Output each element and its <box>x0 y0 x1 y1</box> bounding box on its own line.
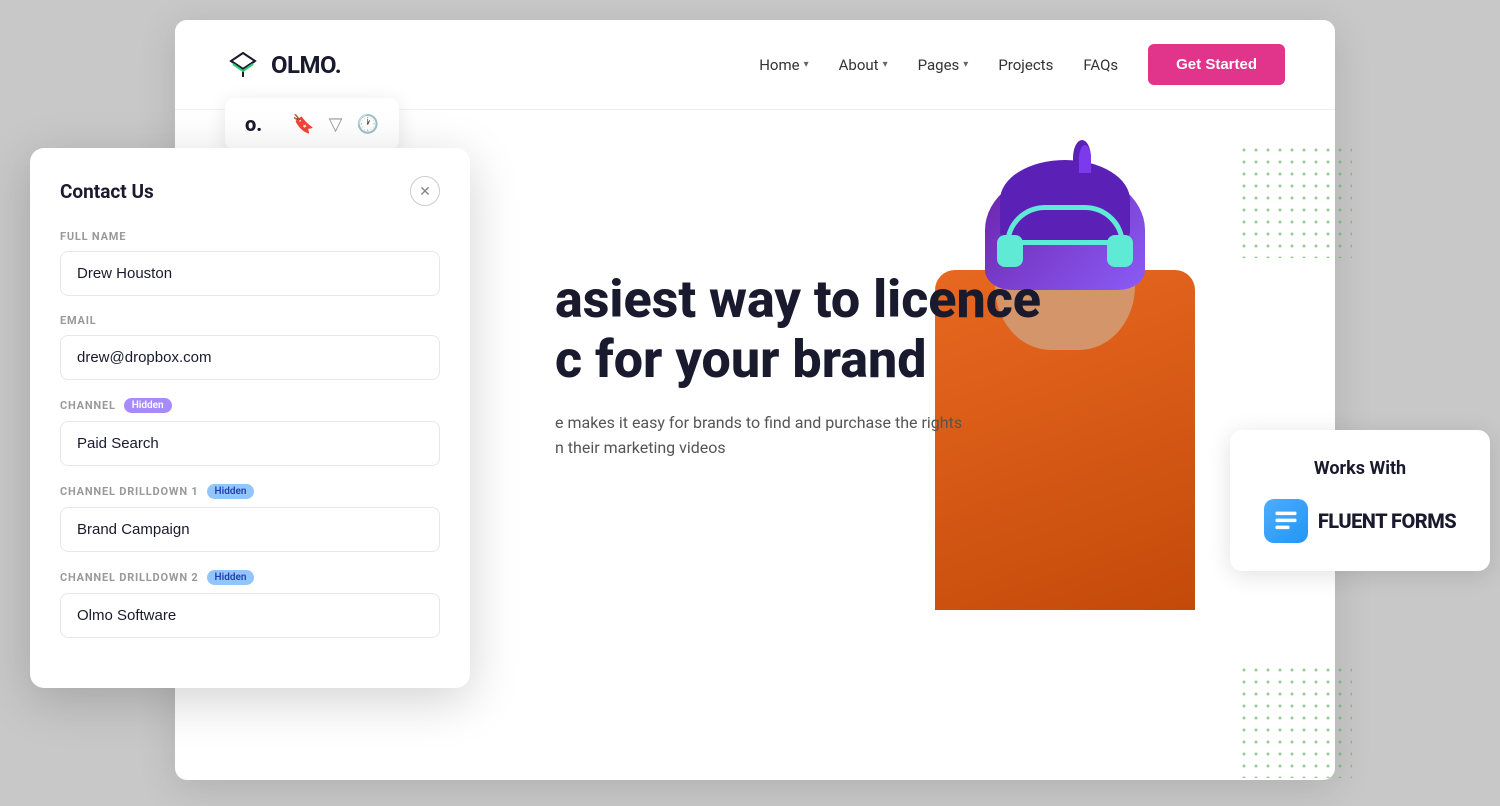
channel-label: CHANNEL Hidden <box>60 398 440 413</box>
nav-links: Home ▾ About ▾ Pages ▾ Projects FAQs Get… <box>759 44 1285 85</box>
nav-projects[interactable]: Projects <box>998 56 1053 74</box>
channel-drilldown-2-label: CHANNEL DRILLDOWN 2 Hidden <box>60 570 440 585</box>
email-input[interactable] <box>60 335 440 380</box>
dot-pattern-bottom-right <box>1242 668 1352 778</box>
fluent-forms-icon <box>1264 499 1308 543</box>
channel-drilldown-2-input[interactable] <box>60 593 440 638</box>
full-name-label: FULL NAME <box>60 230 440 243</box>
full-name-field-group: FULL NAME <box>60 230 440 296</box>
fluent-forms-svg <box>1272 507 1300 535</box>
contact-modal: Contact Us ✕ FULL NAME EMAIL CHANNEL Hid… <box>30 148 470 688</box>
hero-subtext: e makes it easy for brands to find and p… <box>555 410 1041 461</box>
modal-close-button[interactable]: ✕ <box>410 176 440 206</box>
nav-home[interactable]: Home ▾ <box>759 56 808 74</box>
hero-heading: asiest way to licence c for your brand <box>555 270 1041 390</box>
logo-text: OLMO. <box>271 51 341 79</box>
navbar: OLMO. Home ▾ About ▾ Pages ▾ Projects FA… <box>175 20 1335 110</box>
channel-drilldown-1-input[interactable] <box>60 507 440 552</box>
channel-field-group: CHANNEL Hidden <box>60 398 440 466</box>
channel-drilldown-1-label: CHANNEL DRILLDOWN 1 Hidden <box>60 484 440 499</box>
get-started-button[interactable]: Get Started <box>1148 44 1285 85</box>
small-ui-icons: 🔖 ▽ 🕐 <box>292 114 379 135</box>
bookmark-icon: 🔖 <box>292 114 314 135</box>
channel-hidden-badge: Hidden <box>124 398 172 413</box>
fluent-forms-logo: FLUENT FORMS <box>1254 499 1466 543</box>
logo-icon <box>225 47 261 83</box>
small-ui-card: o. 🔖 ▽ 🕐 <box>225 98 399 150</box>
channel-input[interactable] <box>60 421 440 466</box>
channel-drilldown-2-field-group: CHANNEL DRILLDOWN 2 Hidden <box>60 570 440 638</box>
channel-drilldown-2-hidden-badge: Hidden <box>207 570 255 585</box>
email-label: EMAIL <box>60 314 440 327</box>
fluent-forms-text: FLUENT FORMS <box>1318 509 1456 533</box>
about-chevron: ▾ <box>883 59 888 70</box>
modal-header: Contact Us ✕ <box>60 176 440 206</box>
small-ui-text: o. <box>245 112 262 136</box>
modal-title: Contact Us <box>60 180 154 203</box>
nav-faqs[interactable]: FAQs <box>1083 56 1118 74</box>
clock-icon: 🕐 <box>356 114 378 135</box>
logo: OLMO. <box>225 47 341 83</box>
works-with-title: Works With <box>1254 458 1466 479</box>
works-with-card: Works With FLUENT FORMS <box>1230 430 1490 571</box>
nav-pages[interactable]: Pages ▾ <box>918 56 969 74</box>
pages-chevron: ▾ <box>963 59 968 70</box>
home-chevron: ▾ <box>804 59 809 70</box>
dot-pattern-top-right <box>1242 148 1352 258</box>
channel-drilldown-1-hidden-badge: Hidden <box>207 484 255 499</box>
full-name-input[interactable] <box>60 251 440 296</box>
nav-about[interactable]: About ▾ <box>839 56 888 74</box>
email-field-group: EMAIL <box>60 314 440 380</box>
hero-text-block: asiest way to licence c for your brand e… <box>555 270 1041 461</box>
channel-drilldown-1-field-group: CHANNEL DRILLDOWN 1 Hidden <box>60 484 440 552</box>
filter-icon: ▽ <box>329 114 343 135</box>
